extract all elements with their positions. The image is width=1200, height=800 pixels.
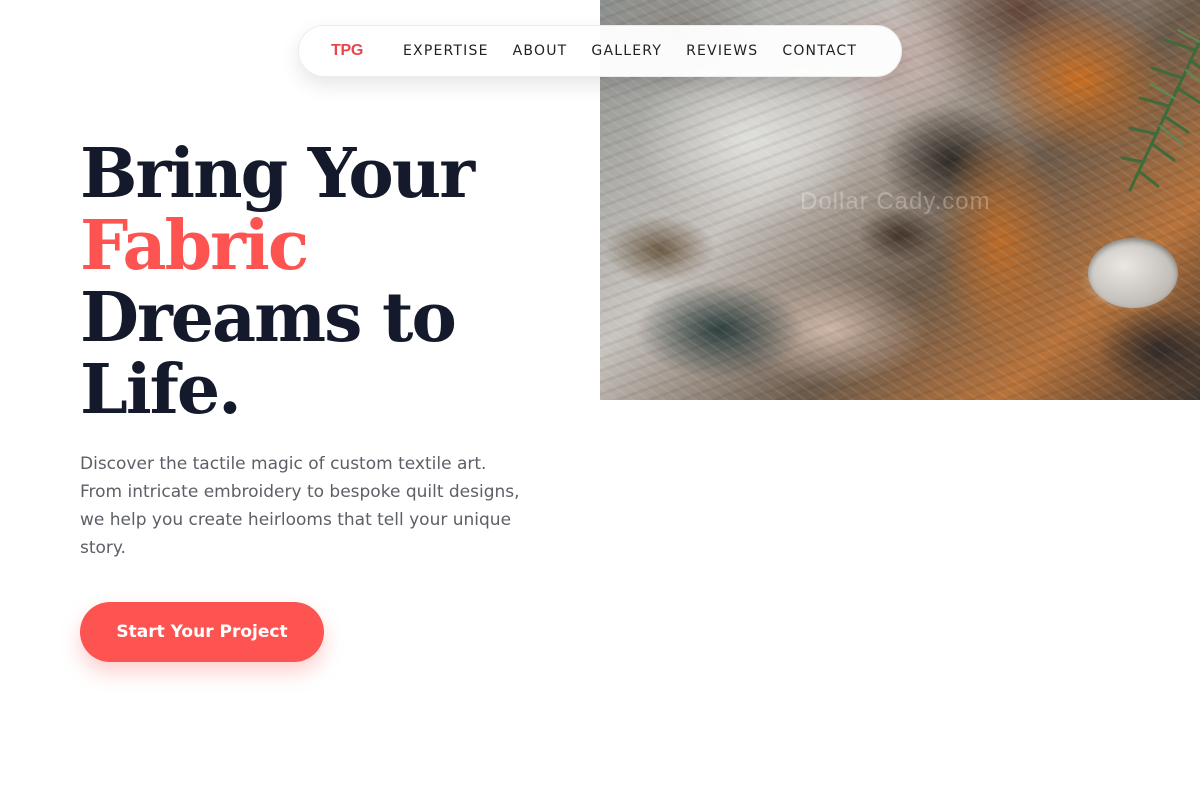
nav-link-expertise[interactable]: EXPERTISE [403,43,489,59]
hero-description: Discover the tactile magic of custom tex… [80,454,520,558]
landing-page: Dollar Cady.com TPG EXPERTISE ABOUT GALL… [0,0,1200,800]
hero-title-line-4: Life. [80,350,242,430]
nav-link-about[interactable]: ABOUT [513,43,568,59]
logo[interactable]: TPG [331,42,363,60]
start-project-button[interactable]: Start Your Project [80,602,324,662]
nav-links: EXPERTISE ABOUT GALLERY REVIEWS CONTACT [403,43,857,59]
nav-link-contact[interactable]: CONTACT [782,43,857,59]
hero-title-line-3: Dreams to [80,278,457,358]
hero-title-accent: Fabric [80,206,309,286]
nav-link-gallery[interactable]: GALLERY [591,43,662,59]
rosemary-sprig-icon [1120,29,1200,192]
hero-title: Bring Your Fabric Dreams to Life. [80,138,560,426]
hero-title-line-1: Bring Your [80,134,475,214]
main-nav: TPG EXPERTISE ABOUT GALLERY REVIEWS CONT… [298,25,902,77]
nav-link-reviews[interactable]: REVIEWS [686,43,758,59]
palette-hole [1088,238,1178,308]
image-watermark: Dollar Cady.com [800,188,991,215]
